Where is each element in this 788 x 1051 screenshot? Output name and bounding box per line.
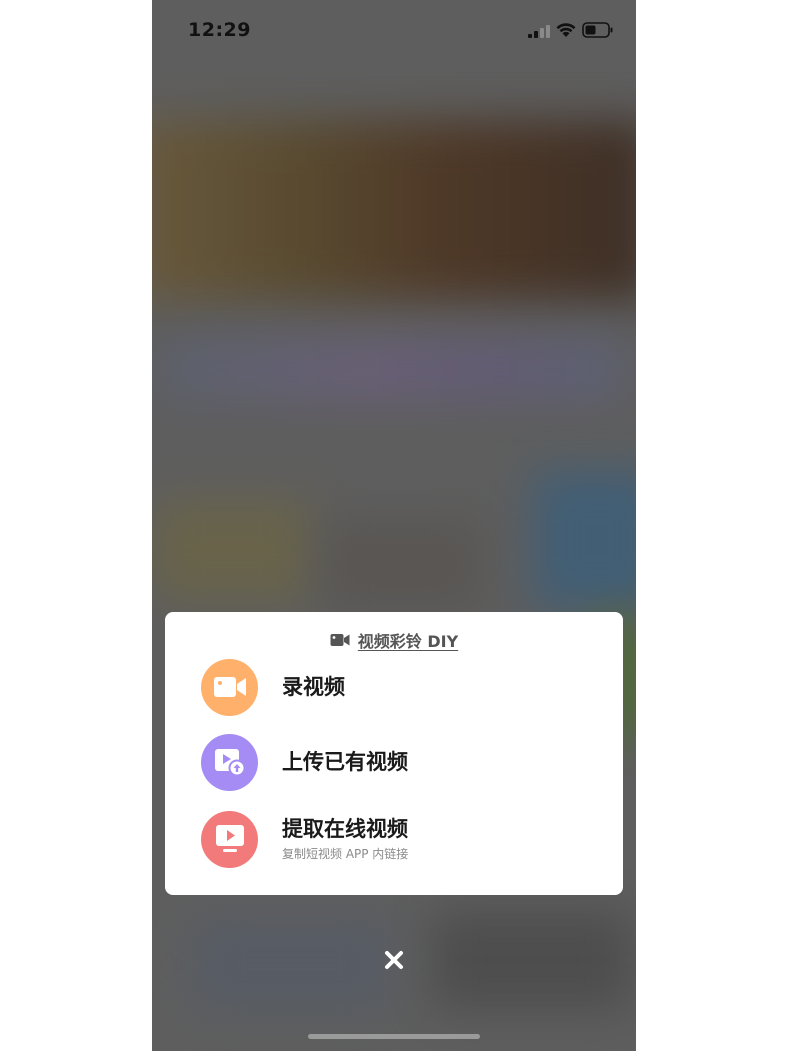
blurred-background — [192, 920, 392, 1010]
upload-video-option[interactable]: 上传已有视频 — [201, 732, 601, 792]
blurred-background — [152, 120, 636, 300]
record-video-option[interactable]: 录视频 — [201, 657, 601, 717]
close-button[interactable] — [378, 944, 410, 976]
extract-online-video-option[interactable]: 提取在线视频 复制短视频 APP 内链接 — [201, 809, 601, 869]
record-video-text: 录视频 — [282, 673, 345, 701]
record-video-icon-circle — [201, 658, 258, 716]
blurred-background — [152, 500, 312, 600]
page: 12:29 视频彩铃 DIY 录视频 上传已有视频 提取在线视频 复制短视频 A… — [0, 0, 788, 1051]
blurred-background — [432, 910, 632, 1010]
phone-screen: 12:29 视频彩铃 DIY 录视频 上传已有视频 提取在线视频 复制短视频 A… — [152, 0, 636, 1051]
upload-video-icon — [214, 749, 245, 777]
video-ringtone-menu: 视频彩铃 DIY 录视频 上传已有视频 提取在线视频 复制短视频 APP 内链接 — [165, 612, 623, 895]
video-camera-icon — [213, 677, 246, 697]
extract-video-sublabel: 复制短视频 APP 内链接 — [282, 847, 409, 861]
home-indicator[interactable] — [308, 1034, 480, 1039]
upload-video-label: 上传已有视频 — [282, 750, 408, 774]
tv-play-icon — [215, 825, 244, 852]
cellular-signal-icon — [528, 25, 550, 38]
status-bar: 12:29 — [152, 0, 636, 60]
menu-header: 视频彩铃 DIY — [165, 628, 623, 652]
battery-icon — [582, 22, 613, 38]
upload-video-text: 上传已有视频 — [282, 748, 408, 776]
video-icon — [330, 634, 350, 646]
extract-video-label: 提取在线视频 — [282, 817, 408, 841]
upload-video-icon-circle — [201, 733, 258, 791]
status-time: 12:29 — [188, 19, 251, 41]
wifi-icon — [556, 23, 576, 37]
blurred-background — [322, 520, 482, 610]
record-video-label: 录视频 — [282, 675, 345, 699]
blurred-background — [532, 470, 636, 610]
close-icon — [385, 951, 403, 969]
menu-title[interactable]: 视频彩铃 DIY — [358, 628, 458, 652]
extract-video-icon-circle — [201, 810, 258, 868]
blurred-background — [162, 340, 622, 400]
extract-video-text: 提取在线视频 复制短视频 APP 内链接 — [282, 815, 408, 863]
